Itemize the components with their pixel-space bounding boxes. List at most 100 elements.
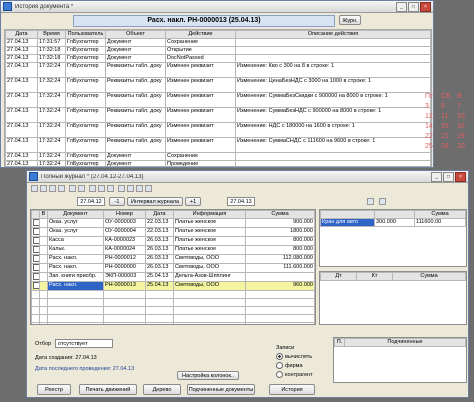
- table-row[interactable]: Расх. накл. РН-0000000 26.03.13 Световоды, …: [31, 262, 315, 273]
- table-row[interactable]: 27.04.13 17:32:24 ГлБухгалтер Документ Сохра…: [5, 152, 431, 161]
- journal-col-header[interactable]: Документ: [47, 210, 104, 219]
- table-cell: 27.04.13: [5, 38, 38, 47]
- journal-table: В Документ Номер Дата Информация Сумма Оказ. …: [31, 210, 315, 324]
- radio-firm[interactable]: фирма: [276, 362, 303, 369]
- table-row[interactable]: 27.04.13 17:32:24 ГлБухгалтер Документ Прове…: [5, 160, 431, 166]
- copy-icon[interactable]: [40, 185, 47, 192]
- table-row[interactable]: 27.04.13 17:31:57 ГлБухгалтер Документ Сохра…: [5, 38, 431, 47]
- doc-lines-pane[interactable]: Сумма Кран для авто 300.000 111600.00: [319, 209, 467, 267]
- doc-icon: [31, 226, 40, 237]
- journal-col-header[interactable]: Дата: [145, 210, 174, 219]
- subordinate-col-header[interactable]: П.: [334, 338, 345, 347]
- history-col-header[interactable]: Время: [37, 30, 66, 39]
- close-icon[interactable]: ×: [420, 1, 431, 12]
- radio-all[interactable]: вычислять: [276, 353, 312, 360]
- print-icon[interactable]: [118, 185, 125, 192]
- date-from-field[interactable]: 27.04.12: [77, 197, 105, 206]
- register-button[interactable]: Реестр: [37, 384, 71, 395]
- journal-col-header[interactable]: [31, 210, 40, 219]
- interval-button[interactable]: Интервал журнала: [127, 197, 183, 206]
- history-col-header[interactable]: Пользователь: [65, 30, 106, 39]
- tools-icon[interactable]: [379, 198, 386, 205]
- table-row[interactable]: Касса КА-0000023 26.03.13 Платье женское 800…: [31, 235, 315, 246]
- new-doc-icon[interactable]: [31, 185, 38, 192]
- line-col-header[interactable]: [374, 210, 415, 219]
- history-button[interactable]: История: [269, 384, 315, 395]
- journal-col-header[interactable]: Номер: [103, 210, 146, 219]
- empty-cell: [245, 305, 315, 315]
- settings-icon[interactable]: [136, 185, 143, 192]
- table-row[interactable]: 27.04.13 17:32:18 ГлБухгалтер Документ DocNo…: [5, 54, 431, 63]
- filter-icon[interactable]: [89, 185, 96, 192]
- history-col-header[interactable]: Действие: [165, 30, 236, 39]
- table-row[interactable]: Оказ. услуг ОУ-0000003 22.03.13 Платье женс…: [31, 218, 315, 228]
- postings-pane[interactable]: Дт Кт Сумма: [319, 271, 467, 325]
- delete-icon[interactable]: [58, 185, 65, 192]
- journal-col-header[interactable]: Информация: [173, 210, 246, 219]
- filter-select[interactable]: отсутствует: [55, 339, 113, 348]
- subordinate-pane[interactable]: П. Подчиненные: [333, 337, 467, 383]
- tree-button[interactable]: Дерево: [143, 384, 181, 395]
- minimize-icon[interactable]: _: [396, 1, 407, 12]
- line-col-header[interactable]: [320, 210, 375, 219]
- sort-icon[interactable]: [98, 185, 105, 192]
- table-row[interactable]: Кран для авто 300.000 111600.00: [320, 218, 466, 227]
- posting-col-header[interactable]: Дт: [320, 272, 357, 281]
- edit-icon[interactable]: [49, 185, 56, 192]
- close-icon[interactable]: ×: [455, 171, 466, 182]
- journal-titlebar[interactable]: Полный журнал * (27.04.12-27.04.13) _ □ …: [27, 171, 468, 183]
- table-row[interactable]: Кальк. КА-0000024 26.03.13 Платье женское 80…: [31, 244, 315, 255]
- calendar-icon[interactable]: [367, 198, 374, 205]
- refresh-icon[interactable]: [127, 185, 134, 192]
- posting-col-header[interactable]: Кт: [356, 272, 393, 281]
- table-row[interactable]: 27.04.13 17:32:24 ГлБухгалтер Реквизиты таб…: [5, 92, 431, 108]
- search-icon[interactable]: [107, 185, 114, 192]
- nav-next-button[interactable]: +1: [185, 197, 201, 206]
- table-row[interactable]: 27.04.13 17:32:18 ГлБухгалтер Документ Откры…: [5, 46, 431, 55]
- history-col-header[interactable]: Описание действия: [235, 30, 431, 39]
- journal-col-header[interactable]: Сумма: [245, 210, 315, 219]
- history-col-header[interactable]: Дата: [5, 30, 38, 39]
- table-row[interactable]: 27.04.13 17:32:24 ГлБухгалтер Реквизиты таб…: [5, 62, 431, 78]
- journal-grid[interactable]: В Документ Номер Дата Информация Сумма Оказ. …: [30, 209, 316, 325]
- subordinate-table: П. Подчиненные: [334, 338, 466, 347]
- empty-cell: [173, 313, 246, 323]
- minimize-icon[interactable]: _: [431, 171, 442, 182]
- radio-contractor[interactable]: контрагент: [276, 371, 313, 378]
- maximize-icon[interactable]: □: [443, 171, 454, 182]
- table-row[interactable]: 27.04.13 17:32:24 ГлБухгалтер Реквизиты таб…: [5, 122, 431, 138]
- posting-col-header[interactable]: Сумма: [392, 272, 466, 281]
- table-row[interactable]: 27.04.13 17:32:24 ГлБухгалтер Реквизиты таб…: [5, 137, 431, 153]
- journal-col-header[interactable]: В: [39, 210, 48, 219]
- empty-cell: [39, 297, 48, 307]
- unpost-icon[interactable]: [78, 185, 85, 192]
- table-row[interactable]: Расх. накл. РН-0000012 26.03.13 Световоды, …: [31, 253, 315, 264]
- table-cell: 26.03.13: [145, 253, 174, 264]
- table-row[interactable]: Оказ. услуг ОУ-0000004 22.03.13 Платье женс…: [31, 226, 315, 237]
- journal-button[interactable]: Журн.: [339, 15, 361, 25]
- columns-settings-button[interactable]: Настройка колонок..: [177, 371, 239, 380]
- line-col-header[interactable]: Сумма: [414, 210, 466, 219]
- subordinate-docs-button[interactable]: Подчиненные документы: [187, 384, 255, 395]
- subordinate-col-header[interactable]: Подчиненные: [344, 338, 466, 347]
- print-movements-button[interactable]: Печать движений: [79, 384, 137, 395]
- table-cell: ГлБухгалтер: [65, 54, 106, 63]
- table-row[interactable]: 27.04.13 17:32:24 ГлБухгалтер Реквизиты таб…: [5, 77, 431, 93]
- history-titlebar[interactable]: История документа * _ □ ×: [1, 1, 433, 13]
- table-cell: [235, 152, 431, 161]
- maximize-icon[interactable]: □: [408, 1, 419, 12]
- period-bar: 27.04.12 -1 Интервал журнала +1 27.04.13: [27, 197, 468, 207]
- date-to-field[interactable]: 27.04.13: [227, 197, 255, 206]
- empty-cell: [145, 297, 174, 307]
- table-row[interactable]: Зап. книги приобр. ЭКП-000003 25.04.13 Дель…: [31, 271, 315, 282]
- table-cell: Оказ. услуг: [47, 226, 104, 237]
- nav-prev-button[interactable]: -1: [109, 197, 125, 206]
- table-row[interactable]: Расх. накл. РН-0000013 25.04.13 Световоды, …: [31, 280, 315, 291]
- table-row[interactable]: 27.04.13 17:32:24 ГлБухгалтер Реквизиты таб…: [5, 107, 431, 123]
- post-icon[interactable]: [69, 185, 76, 192]
- table-cell: [235, 160, 431, 166]
- calendar-day: 21: [441, 133, 449, 140]
- history-col-header[interactable]: Объект: [105, 30, 166, 39]
- table-cell: [235, 54, 431, 63]
- help-icon[interactable]: [145, 185, 152, 192]
